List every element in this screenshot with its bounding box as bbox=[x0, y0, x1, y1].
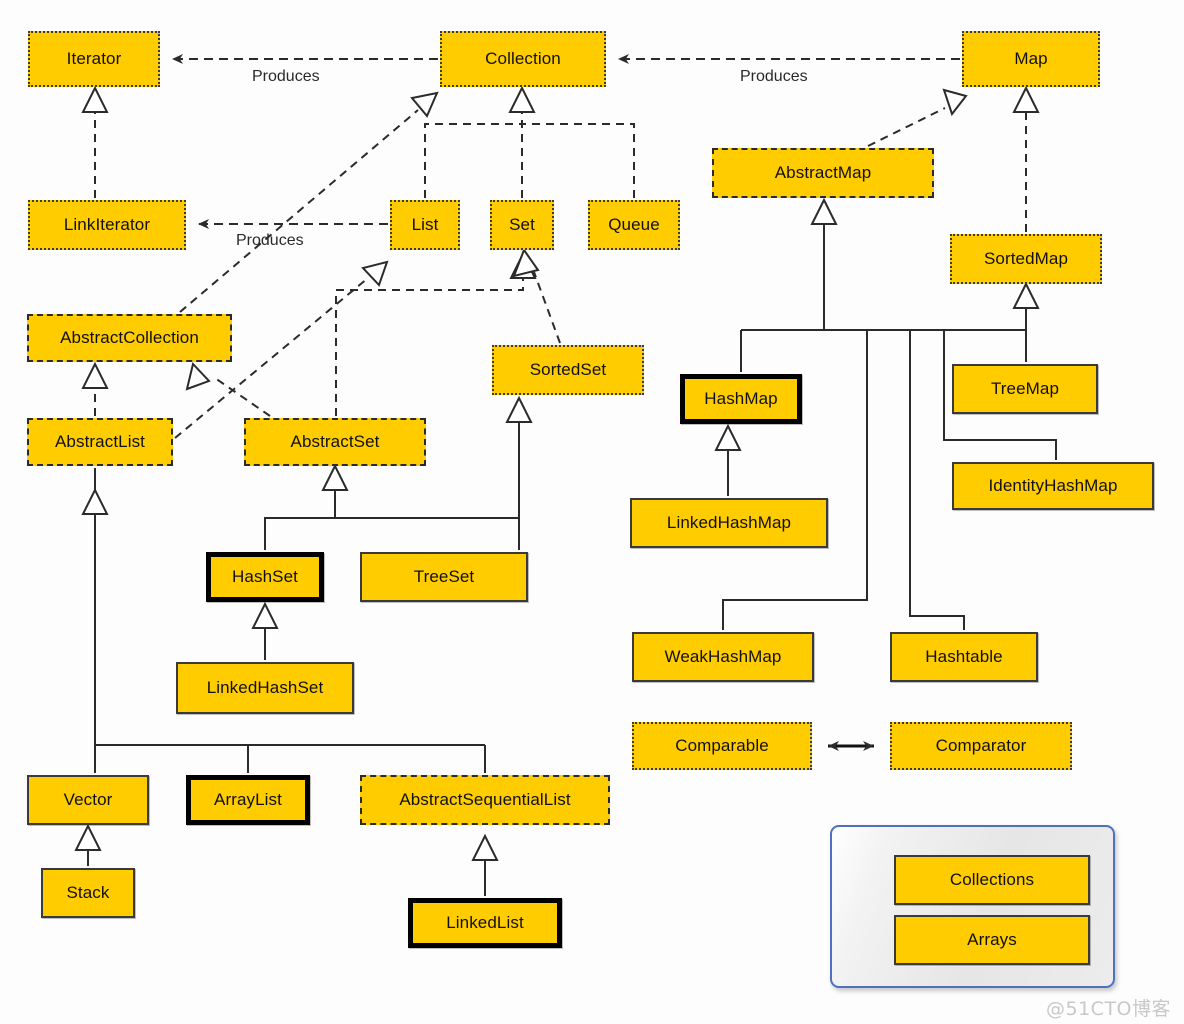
edge-abstractmap-implements-map bbox=[867, 88, 968, 147]
node-set[interactable]: Set bbox=[490, 200, 554, 250]
edge-label-produces-collection-iterator: Produces bbox=[252, 68, 320, 85]
node-sortedset[interactable]: SortedSet bbox=[492, 345, 644, 395]
node-map[interactable]: Map bbox=[962, 31, 1100, 87]
edge-set-impls-bus bbox=[264, 463, 520, 550]
node-weakhashmap[interactable]: WeakHashMap bbox=[632, 632, 814, 682]
node-label: LinkedHashMap bbox=[666, 513, 792, 532]
node-label: WeakHashMap bbox=[664, 647, 782, 666]
node-label: AbstractSet bbox=[290, 432, 380, 451]
node-treemap[interactable]: TreeMap bbox=[952, 364, 1098, 414]
node-label: Vector bbox=[63, 790, 113, 809]
watermark: @51CTO博客 bbox=[1046, 998, 1172, 1020]
node-label: Stack bbox=[66, 883, 110, 902]
node-arraylist[interactable]: ArrayList bbox=[186, 775, 310, 825]
node-collection[interactable]: Collection bbox=[440, 31, 606, 87]
node-label: Comparator bbox=[935, 736, 1027, 755]
node-label: Hashtable bbox=[925, 647, 1003, 666]
node-abstractlist[interactable]: AbstractList bbox=[27, 418, 173, 466]
edge-stack-extends-vector bbox=[74, 823, 102, 866]
node-iterator[interactable]: Iterator bbox=[28, 31, 160, 87]
uml-diagram-canvas: Iterator Collection Map AbstractMap Link… bbox=[0, 0, 1184, 1024]
edge-queue-extends-collection bbox=[523, 123, 635, 198]
node-label: LinkedList bbox=[446, 913, 524, 932]
node-label: TreeMap bbox=[990, 379, 1060, 398]
edge-sortedset-extends-set bbox=[512, 247, 561, 344]
node-label: TreeSet bbox=[413, 567, 475, 586]
node-list[interactable]: List bbox=[390, 200, 460, 250]
edge-label-produces-map-collection: Produces bbox=[740, 68, 808, 85]
edge-linkedlist-extends-abstractsequentiallist bbox=[471, 833, 499, 896]
node-label: LinkIterator bbox=[63, 215, 151, 234]
node-label: SortedSet bbox=[529, 360, 607, 379]
node-collections-utility[interactable]: Collections bbox=[894, 855, 1090, 905]
node-comparator[interactable]: Comparator bbox=[890, 722, 1072, 770]
node-comparable[interactable]: Comparable bbox=[632, 722, 812, 770]
edge-label-produces-list-linkiterator: Produces bbox=[236, 232, 304, 249]
edge-linkedhashset-extends-hashset bbox=[251, 601, 279, 660]
node-label: Iterator bbox=[66, 49, 122, 68]
edge-sortedmap-extends-map bbox=[1012, 85, 1040, 232]
node-label: HashMap bbox=[704, 389, 778, 408]
edge-abstractlist-subclass-bus bbox=[81, 468, 486, 773]
node-label: Arrays bbox=[967, 930, 1017, 949]
node-abstractmap[interactable]: AbstractMap bbox=[712, 148, 934, 198]
edge-linkedhashmap-extends-hashmap bbox=[714, 423, 742, 496]
edge-set-extends-collection bbox=[508, 85, 536, 198]
node-linkedhashset[interactable]: LinkedHashSet bbox=[176, 662, 354, 714]
node-sortedmap[interactable]: SortedMap bbox=[950, 234, 1102, 284]
node-label: IdentityHashMap bbox=[988, 476, 1118, 495]
node-abstractset[interactable]: AbstractSet bbox=[244, 418, 426, 466]
node-hashset[interactable]: HashSet bbox=[206, 552, 324, 602]
node-hashmap[interactable]: HashMap bbox=[680, 374, 802, 424]
node-label: Collections bbox=[949, 870, 1035, 889]
edge-linkiterator-extends-iterator bbox=[81, 85, 109, 198]
node-queue[interactable]: Queue bbox=[588, 200, 680, 250]
node-treeset[interactable]: TreeSet bbox=[360, 552, 528, 602]
node-vector[interactable]: Vector bbox=[27, 775, 149, 825]
node-label: Queue bbox=[608, 215, 660, 234]
node-arrays-utility[interactable]: Arrays bbox=[894, 915, 1090, 965]
node-label: AbstractList bbox=[54, 432, 145, 451]
node-label: AbstractCollection bbox=[60, 328, 199, 347]
node-linkiterator[interactable]: LinkIterator bbox=[28, 200, 186, 250]
node-identityhashmap[interactable]: IdentityHashMap bbox=[952, 462, 1154, 510]
node-label: LinkedHashSet bbox=[206, 678, 324, 697]
node-abstractsequentiallist[interactable]: AbstractSequentialList bbox=[360, 775, 610, 825]
node-label: HashSet bbox=[232, 567, 298, 586]
utility-classes-panel: Collections Arrays bbox=[830, 825, 1115, 988]
node-label: AbstractSequentialList bbox=[399, 790, 571, 809]
node-linkedlist[interactable]: LinkedList bbox=[408, 898, 562, 948]
node-label: AbstractMap bbox=[774, 163, 872, 182]
node-label: Comparable bbox=[675, 736, 769, 755]
node-hashtable[interactable]: Hashtable bbox=[890, 632, 1038, 682]
edge-abstractset-extends-abstractcollection bbox=[185, 361, 271, 417]
node-abstractcollection[interactable]: AbstractCollection bbox=[27, 314, 232, 362]
node-stack[interactable]: Stack bbox=[41, 868, 135, 918]
node-label: SortedMap bbox=[983, 249, 1069, 268]
node-label: Set bbox=[509, 215, 535, 234]
edge-abstractlist-extends-abstractcollection bbox=[81, 361, 109, 416]
node-linkedhashmap[interactable]: LinkedHashMap bbox=[630, 498, 828, 548]
node-label: Map bbox=[1014, 49, 1048, 68]
node-label: List bbox=[411, 215, 439, 234]
node-label: ArrayList bbox=[214, 790, 282, 809]
edge-list-extends-collection bbox=[424, 123, 523, 198]
node-label: Collection bbox=[485, 49, 561, 68]
